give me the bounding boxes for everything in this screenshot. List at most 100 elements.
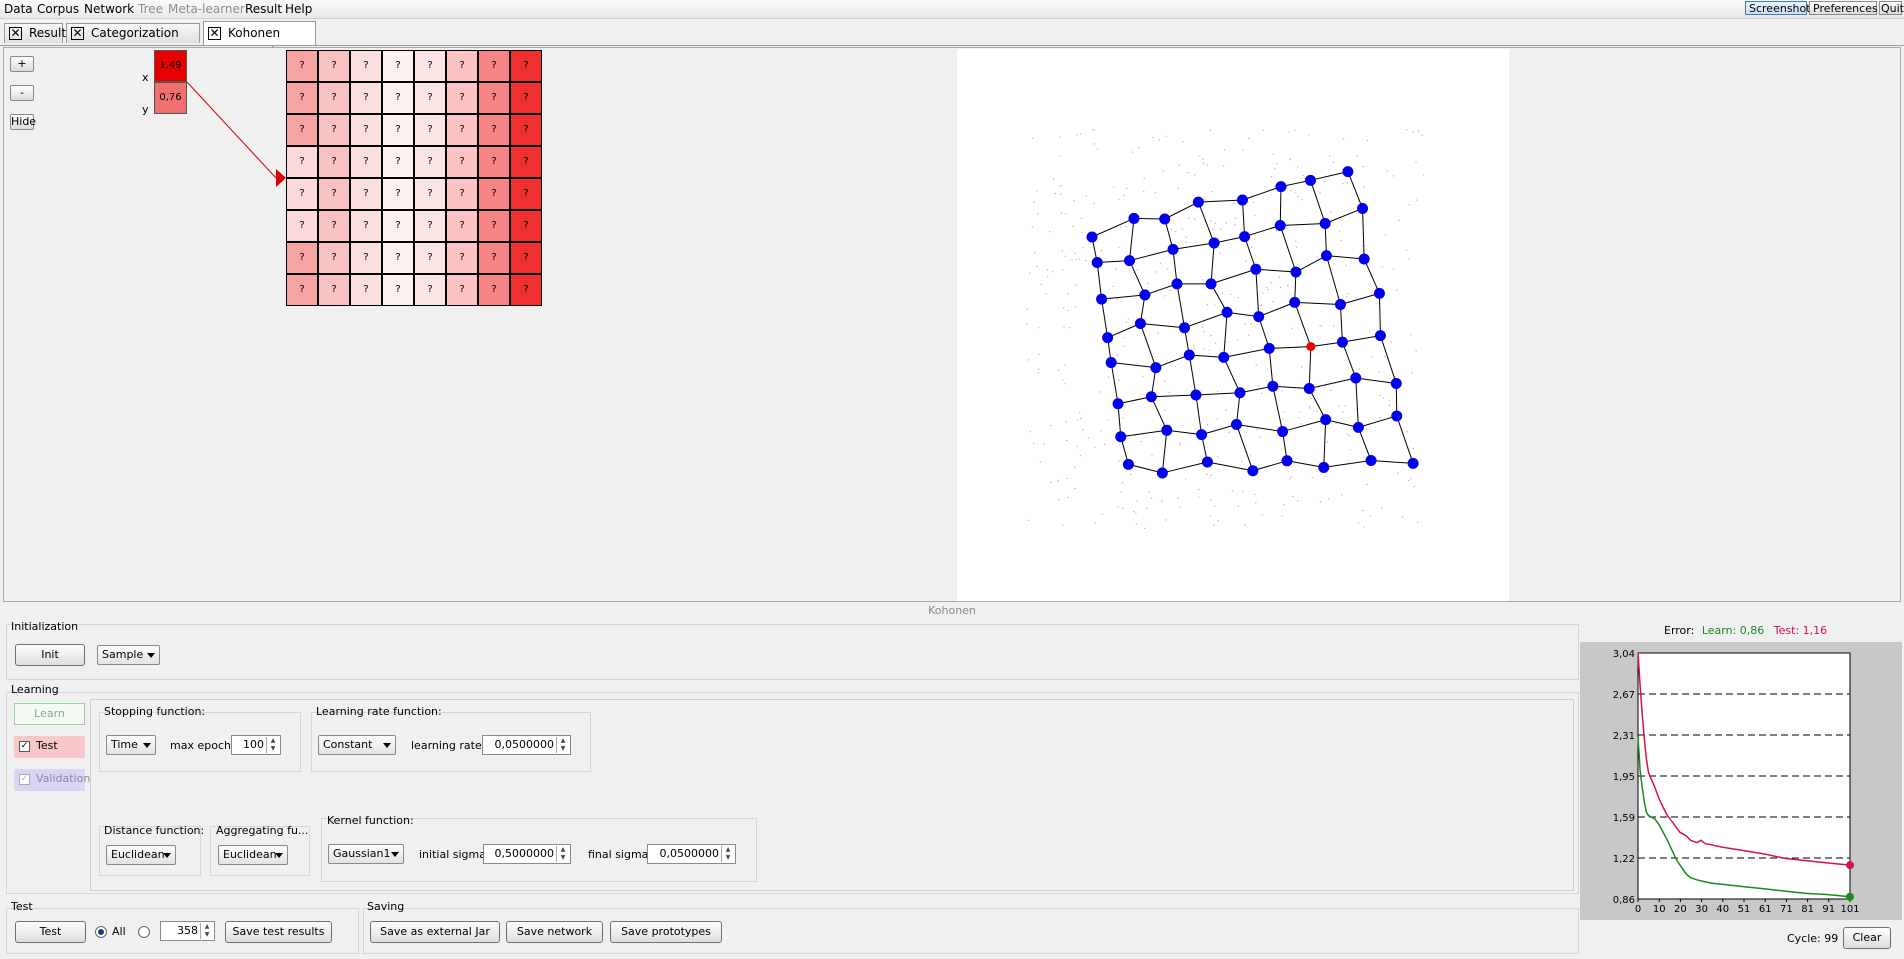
data-point <box>1417 521 1419 524</box>
data-point <box>1225 222 1228 224</box>
data-point <box>1248 137 1250 140</box>
lattice-edge <box>1164 201 1199 220</box>
data-point <box>1130 473 1132 476</box>
init-method-select[interactable]: Sample <box>97 645 160 665</box>
tab-kohonen-network[interactable]: ✕ Kohonen Network <box>203 21 316 59</box>
spin-down-icon[interactable]: ▼ <box>556 854 569 862</box>
learning-rate-function-select[interactable]: Constant <box>318 735 396 755</box>
spin-up-icon[interactable]: ▲ <box>200 923 213 931</box>
menu-result[interactable]: Result <box>245 2 282 16</box>
quit-button[interactable]: Quit <box>1879 1 1904 15</box>
menu-help[interactable]: Help <box>285 2 312 16</box>
data-point <box>1067 496 1069 499</box>
max-epoch-spinner[interactable]: 100 ▲ ▼ <box>231 735 281 755</box>
count-radio[interactable] <box>138 926 150 938</box>
init-button[interactable]: Init <box>15 644 85 666</box>
data-point <box>1112 285 1114 288</box>
validation-toggle[interactable]: ✓ Validation <box>14 769 90 791</box>
screenshot-button[interactable]: Screenshot <box>1745 1 1811 15</box>
learning-rate-spinner[interactable]: 0,0500000 ▲ ▼ <box>482 735 571 755</box>
data-point <box>1256 429 1258 431</box>
check-icon[interactable]: ✓ <box>19 741 30 752</box>
final-sigma-label: final sigma: <box>588 848 653 861</box>
zoom-in-button[interactable]: + <box>10 56 34 72</box>
save-test-results-button[interactable]: Save test results <box>225 921 332 943</box>
data-point <box>1054 192 1056 195</box>
spin-up-icon[interactable]: ▲ <box>266 737 279 745</box>
neuron-node <box>1320 414 1332 426</box>
data-point <box>1362 165 1365 168</box>
tab-result[interactable]: ✕ Result <box>4 23 66 43</box>
lattice-edge <box>1101 299 1109 338</box>
grid-cell: ? <box>350 82 382 114</box>
test-toggle[interactable]: ✓ Test <box>14 736 85 758</box>
close-icon[interactable]: ✕ <box>208 27 221 40</box>
data-point <box>1104 443 1106 446</box>
learn-button[interactable]: Learn <box>14 703 85 725</box>
menu-corpus[interactable]: Corpus <box>37 2 79 16</box>
hide-button[interactable]: Hide <box>10 114 36 130</box>
data-point <box>1063 326 1065 328</box>
lattice-edge <box>1326 255 1365 260</box>
data-point <box>1300 423 1303 425</box>
save-prototypes-button[interactable]: Save prototypes <box>610 921 722 943</box>
lattice-edge <box>1198 199 1243 203</box>
final-sigma-spinner[interactable]: 0,0500000 ▲ ▼ <box>647 844 736 864</box>
tab-categorization-corpus[interactable]: ✕ Categorization Corpus <box>66 23 200 59</box>
data-point <box>1289 158 1292 160</box>
data-point <box>1062 379 1064 382</box>
lattice-edge <box>1140 323 1185 329</box>
spin-up-icon[interactable]: ▲ <box>556 846 569 854</box>
kernel-function-select[interactable]: Gaussian1 <box>328 844 404 864</box>
check-icon[interactable]: ✓ <box>19 774 30 785</box>
initial-sigma-spinner[interactable]: 0,5000000 ▲ ▼ <box>483 844 571 864</box>
distance-function-select[interactable]: Euclidean <box>106 845 176 865</box>
spin-down-icon[interactable]: ▼ <box>266 745 279 753</box>
y-tick-label: 3,04 <box>1613 649 1635 660</box>
data-point <box>1157 332 1159 334</box>
data-point <box>1150 497 1153 499</box>
spinner-value: 358 <box>177 924 198 937</box>
x-tick-label: 30 <box>1695 904 1708 915</box>
grid-cell: ? <box>318 82 350 114</box>
save-external-jar-button[interactable]: Save as external Jar <box>370 921 500 943</box>
menu-data[interactable]: Data <box>4 2 33 16</box>
spin-down-icon[interactable]: ▼ <box>556 745 569 753</box>
chevron-down-icon <box>275 853 283 858</box>
spinner-value: 0,0500000 <box>494 738 555 751</box>
data-point <box>1324 475 1327 478</box>
neuron-node <box>1091 257 1103 269</box>
test-button[interactable]: Test <box>15 921 86 943</box>
test-toggle-label: Test <box>36 739 58 752</box>
data-point <box>1219 251 1221 254</box>
data-point <box>1148 491 1150 493</box>
x-tick-label: 91 <box>1822 904 1835 915</box>
data-point <box>1093 129 1095 131</box>
neuron-node <box>1230 418 1242 430</box>
menu-network[interactable]: Network <box>84 2 134 16</box>
spin-down-icon[interactable]: ▼ <box>200 931 213 939</box>
stopping-function-select[interactable]: Time <box>106 735 156 755</box>
close-icon[interactable]: ✕ <box>71 27 84 40</box>
spin-up-icon[interactable]: ▲ <box>721 846 734 854</box>
spin-up-icon[interactable]: ▲ <box>556 737 569 745</box>
data-point <box>1234 217 1237 220</box>
data-point <box>1118 379 1120 381</box>
close-icon[interactable]: ✕ <box>9 27 22 40</box>
zoom-out-button[interactable]: - <box>10 85 34 101</box>
data-point <box>1362 526 1365 528</box>
clear-button[interactable]: Clear <box>1843 927 1891 949</box>
spin-down-icon[interactable]: ▼ <box>721 854 734 862</box>
aggregating-function-select[interactable]: Euclidean <box>218 845 288 865</box>
save-network-button[interactable]: Save network <box>506 921 603 943</box>
grid-cell: ? <box>446 114 478 146</box>
test-count-spinner[interactable]: 358 ▲ ▼ <box>160 921 215 941</box>
all-radio[interactable] <box>95 926 107 938</box>
data-point <box>1118 460 1120 462</box>
data-point <box>1179 444 1182 446</box>
data-point <box>1198 496 1200 498</box>
data-point <box>1179 442 1181 445</box>
grid-cell: ? <box>414 146 446 178</box>
preferences-button[interactable]: Preferences <box>1809 1 1878 15</box>
data-point <box>1065 421 1067 423</box>
